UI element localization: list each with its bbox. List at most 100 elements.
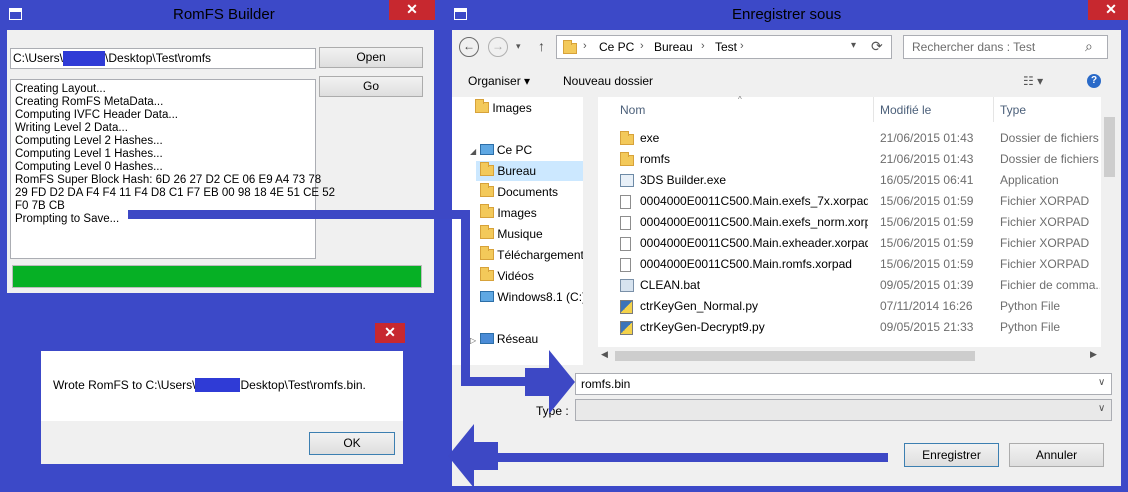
file-row[interactable]: 0004000E0011C500.Main.romfs.xorpad 15/06/… xyxy=(612,254,1100,275)
file-type: Fichier XORPAD xyxy=(1000,194,1090,208)
file-row[interactable]: 3DS Builder.exe 16/05/2015 06:41 Applicati… xyxy=(612,170,1100,191)
annotation-arrow-left-icon xyxy=(448,424,498,488)
breadcrumb-ce-pc[interactable]: Ce PC xyxy=(599,40,634,54)
folder-icon xyxy=(480,246,494,260)
file-name: ctrKeyGen_Normal.py xyxy=(640,299,759,313)
file-row[interactable]: ctrKeyGen_Normal.py 07/11/2014 16:26 Pytho… xyxy=(612,296,1100,317)
nav-item-documents[interactable]: Documents xyxy=(480,182,588,202)
redaction-box xyxy=(63,51,106,66)
annotation-arrow-right-icon xyxy=(525,350,575,414)
nav-item-this-pc[interactable]: ◢ Ce PC xyxy=(470,140,578,160)
open-button[interactable]: Open xyxy=(319,47,423,68)
folder-icon xyxy=(475,99,489,113)
type-select[interactable]: ∨ xyxy=(575,399,1112,421)
go-button[interactable]: Go xyxy=(319,76,423,97)
search-icon: ⌕ xyxy=(1085,38,1093,54)
scroll-right-icon[interactable]: ▶ xyxy=(1090,349,1097,360)
breadcrumb-separator-icon: › xyxy=(701,40,705,52)
file-type: Dossier de fichiers xyxy=(1000,131,1099,145)
file-row[interactable]: ctrKeyGen-Decrypt9.py 09/05/2015 21:33 Pyt… xyxy=(612,317,1100,338)
annotation-arrow-line xyxy=(490,453,888,462)
network-icon xyxy=(479,333,494,344)
new-folder-button[interactable]: Nouveau dossier xyxy=(563,74,653,88)
save-close-button[interactable]: ✕ xyxy=(1088,0,1128,20)
collapse-icon: ◢ xyxy=(470,147,477,156)
nav-item-windows-drive[interactable]: Windows8.1 (C:) xyxy=(480,287,588,307)
annotation-arrow-line xyxy=(461,377,533,386)
forward-button[interactable]: → xyxy=(488,37,508,57)
log-line: RomFS Super Block Hash: 6D 26 27 D2 CE 0… xyxy=(15,174,322,186)
cancel-button[interactable]: Annuler xyxy=(1009,443,1104,467)
app-icon xyxy=(620,174,634,187)
address-dropdown-icon[interactable]: ▾ xyxy=(851,40,856,51)
redaction-box xyxy=(195,378,241,392)
romfs-window-title: RomFS Builder xyxy=(173,6,275,23)
msgbox-close-button[interactable]: ✕ xyxy=(375,323,405,343)
log-line: Creating Layout... xyxy=(15,83,106,95)
file-row[interactable]: 0004000E0011C500.Main.exheader.xorpad 15/… xyxy=(612,233,1100,254)
pc-icon xyxy=(479,144,494,155)
nav-item-images-top[interactable]: Images xyxy=(475,98,583,118)
column-divider xyxy=(993,97,994,122)
view-options-icon[interactable]: ☷ ▾ xyxy=(1023,74,1043,88)
filename-dropdown-icon[interactable]: ∨ xyxy=(1098,377,1105,388)
folder-icon xyxy=(480,183,494,197)
help-icon[interactable]: ? xyxy=(1087,74,1101,88)
nav-item-bureau[interactable]: Bureau xyxy=(480,161,588,181)
type-dropdown-icon[interactable]: ∨ xyxy=(1098,403,1105,414)
log-line: Computing Level 1 Hashes... xyxy=(15,148,163,160)
breadcrumb-bureau[interactable]: Bureau xyxy=(654,40,693,54)
msgbox-client-area: Wrote RomFS to C:\Users\ Desktop\Test\rom… xyxy=(41,351,403,464)
nav-item-telechargements[interactable]: Téléchargements xyxy=(480,245,588,265)
romfs-close-button[interactable]: ✕ xyxy=(389,0,435,20)
nav-item-musique[interactable]: Musique xyxy=(480,224,588,244)
nav-scrollbar[interactable] xyxy=(583,97,596,365)
column-header-type[interactable]: Type xyxy=(1000,103,1026,117)
organise-button[interactable]: Organiser ▾ xyxy=(468,74,530,88)
nav-item-videos[interactable]: Vidéos xyxy=(480,266,588,286)
breadcrumb-test[interactable]: Test xyxy=(715,40,737,54)
file-date: 15/06/2015 01:59 xyxy=(880,194,974,208)
app-icon xyxy=(454,8,467,20)
column-header-modified[interactable]: Modifié le xyxy=(880,103,931,117)
file-row[interactable]: CLEAN.bat 09/05/2015 01:39 Fichier de comm… xyxy=(612,275,1100,296)
romfs-path-input[interactable]: C:\Users\ \Desktop\Test\romfs xyxy=(10,48,316,69)
folder-icon xyxy=(480,225,494,239)
command-bar xyxy=(452,66,1121,96)
py-icon xyxy=(620,321,633,335)
bat-icon xyxy=(620,279,634,292)
history-dropdown-icon[interactable]: ▾ xyxy=(516,41,521,52)
column-header-name[interactable]: Nom xyxy=(620,103,645,117)
up-button[interactable]: ↑ xyxy=(538,38,545,54)
file-name: 3DS Builder.exe xyxy=(640,173,727,187)
file-name: ctrKeyGen-Decrypt9.py xyxy=(640,320,765,334)
column-divider xyxy=(873,97,874,122)
h-scroll-thumb[interactable] xyxy=(615,351,975,361)
filename-input[interactable]: romfs.bin ∨ xyxy=(575,373,1112,395)
file-list-h-scrollbar[interactable]: ◀ ▶ xyxy=(598,347,1118,365)
nav-item-network[interactable]: ▷ Réseau xyxy=(470,329,578,349)
refresh-icon[interactable]: ⟳ xyxy=(871,38,883,55)
file-row[interactable]: exe 21/06/2015 01:43 Dossier de fichiers xyxy=(612,128,1100,149)
file-list-v-scrollbar[interactable] xyxy=(1101,97,1118,347)
file-date: 09/05/2015 21:33 xyxy=(880,320,974,334)
scroll-left-icon[interactable]: ◀ xyxy=(601,349,608,360)
nav-item-images[interactable]: Images xyxy=(480,203,588,223)
drive-icon xyxy=(480,291,494,302)
romfs-client-area: C:\Users\ \Desktop\Test\romfs Open Go Cre… xyxy=(7,30,434,293)
annotation-arrow-line xyxy=(128,210,465,219)
romfs-log-textbox[interactable]: Creating Layout... Creating RomFS MetaDat… xyxy=(10,79,335,259)
file-type: Fichier XORPAD xyxy=(1000,257,1090,271)
file-row[interactable]: romfs 21/06/2015 01:43 Dossier de fichiers xyxy=(612,149,1100,170)
file-row[interactable]: 0004000E0011C500.Main.exefs_7x.xorpad 15/… xyxy=(612,191,1100,212)
app-icon xyxy=(9,8,22,20)
file-date: 16/05/2015 06:41 xyxy=(880,173,974,187)
search-input[interactable]: Rechercher dans : Test ⌕ xyxy=(903,35,1108,59)
back-button[interactable]: ← xyxy=(459,37,479,57)
file-row[interactable]: 0004000E0011C500.Main.exefs_norm.xorpad 1… xyxy=(612,212,1100,233)
ok-button[interactable]: OK xyxy=(309,432,395,455)
save-button[interactable]: Enregistrer xyxy=(904,443,999,467)
address-bar[interactable]: › Ce PC › Bureau › Test › ▾ ⟳ xyxy=(556,35,892,59)
scroll-thumb[interactable] xyxy=(1104,117,1115,177)
expand-icon: ▷ xyxy=(470,336,477,345)
